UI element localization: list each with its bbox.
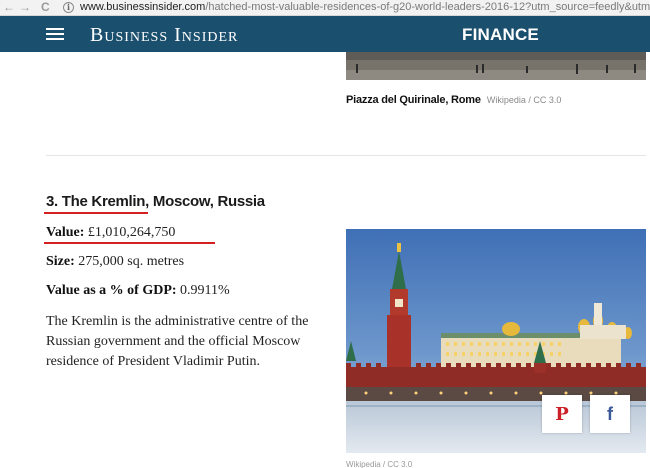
size-fact: Size: 275,000 sq. metres <box>46 254 184 270</box>
site-header: Business Insider FINANCE <box>0 16 650 52</box>
pinterest-share-button[interactable]: P <box>542 395 582 433</box>
site-logo[interactable]: Business Insider <box>90 24 238 47</box>
gdp-amount: 0.9911% <box>180 283 230 298</box>
size-label: Size: <box>46 254 75 269</box>
gdp-fact: Value as a % of GDP: 0.9911% <box>46 283 230 299</box>
pinterest-icon: P <box>555 403 569 425</box>
slide-divider <box>46 155 646 156</box>
caption-place: Piazza del Quirinale, Rome <box>346 94 481 106</box>
value-fact: Value: £1,010,264,750 <box>46 225 175 241</box>
gdp-label: Value as a % of GDP: <box>46 283 177 298</box>
image-credit: Wikipedia / CC 3.0 <box>346 460 413 468</box>
red-highlight-underline <box>44 212 148 214</box>
value-amount: £1,010,264,750 <box>87 225 176 240</box>
url-host: www.businessinsider.com <box>80 1 206 13</box>
previous-slide-photo <box>346 52 646 80</box>
menu-hamburger-icon[interactable] <box>46 28 64 40</box>
url-field[interactable]: www.businessinsider.com/hatched-most-val… <box>80 1 650 14</box>
caption-credit: Wikipedia / CC 3.0 <box>486 95 562 105</box>
forward-arrow-icon[interactable]: → <box>19 1 31 14</box>
size-amount: 275,000 sq. metres <box>78 254 185 269</box>
previous-slide-caption: Piazza del Quirinale, Rome Wikipedia / C… <box>346 94 561 106</box>
site-info-icon[interactable]: i <box>63 2 74 13</box>
section-title[interactable]: FINANCE <box>462 25 539 45</box>
slide-title: 3. The Kremlin, Moscow, Russia <box>46 193 265 210</box>
red-highlight-underline <box>44 242 215 244</box>
browser-address-bar: ← → C i www.businessinsider.com/hatched-… <box>0 0 650 16</box>
slide-description: The Kremlin is the administrative centre… <box>46 314 309 369</box>
back-arrow-icon[interactable]: ← <box>3 1 15 14</box>
facebook-share-button[interactable]: f <box>590 395 630 433</box>
url-path: /hatched-most-valuable-residences-of-g20… <box>205 1 650 13</box>
refresh-icon[interactable]: C <box>41 1 50 14</box>
facebook-icon: f <box>607 403 613 424</box>
value-label: Value: <box>46 225 85 240</box>
